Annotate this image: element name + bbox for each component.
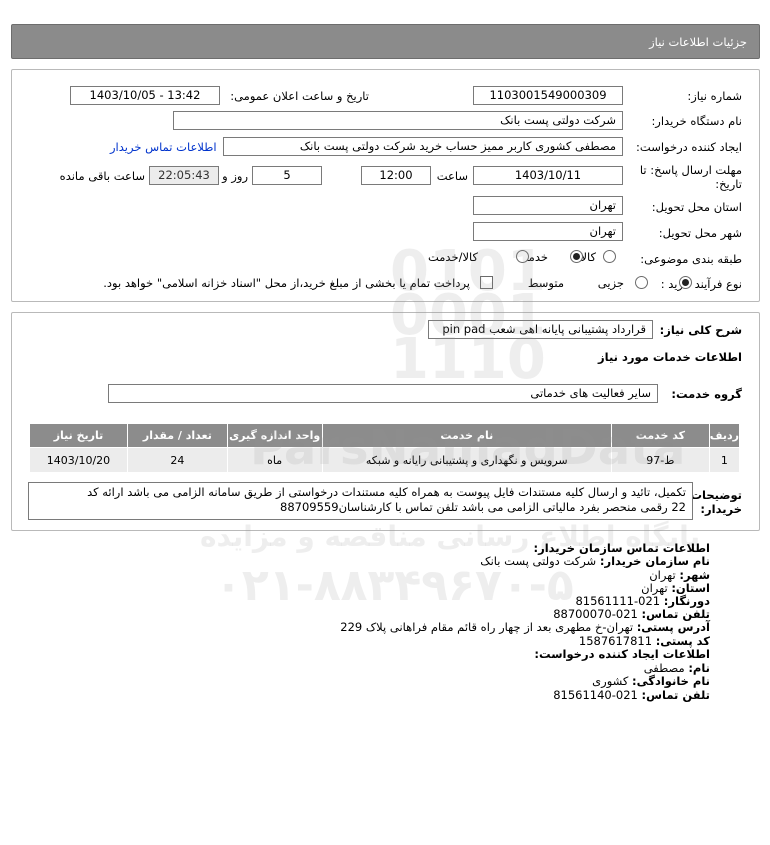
creator-phone: تلفن تماس: 021-81561140 [553, 688, 710, 702]
contact-province: استان: تهران [641, 581, 710, 595]
need-summary-field: قرارداد پشتیبانی پایانه اهی شعب pin pad [428, 320, 653, 339]
process-option-minor: جزیی [597, 276, 624, 290]
delivery-city-field: تهران [473, 222, 623, 241]
category-option-goods-service: کالا/خدمت [427, 250, 478, 264]
cell-service-name: سرویس و نگهداری و پشتیبانی رایانه و شبکه [321, 447, 612, 473]
treasury-payment-checkbox[interactable] [480, 276, 493, 289]
col-header-quantity: تعداد / مقدار [126, 423, 228, 448]
process-type-label: نوع فرآیند خرید : [660, 277, 742, 291]
buyer-notes-line1: تکمیل، تائید و ارسال کلیه مستندات فایل پ… [87, 485, 686, 499]
creator-title: اطلاعات ایجاد کننده درخواست: [534, 647, 710, 661]
need-number-field: 1103001549000309 [473, 86, 623, 105]
category-label: طبقه بندی موضوعی: [640, 252, 742, 266]
col-header-need-date: تاریخ نیاز [29, 423, 128, 448]
buyer-contact-link[interactable]: اطلاعات تماس خریدار [110, 140, 217, 154]
page-title: جزئیات اطلاعات نیاز [649, 35, 747, 49]
deadline-label-line1: مهلت ارسال پاسخ: تا [639, 163, 742, 177]
cell-service-code: ط-97 [610, 447, 710, 473]
buyer-notes-label-line2: خریدار: [700, 502, 742, 516]
process-radio-medium[interactable] [635, 276, 648, 289]
contact-postal-code: کد پستی: 1587617811 [578, 634, 710, 648]
remaining-days-label: روز و [222, 169, 248, 183]
deadline-date-field: 1403/10/11 [473, 166, 623, 185]
remaining-time-label: ساعت باقی مانده [59, 169, 145, 183]
buyer-org-field: شرکت دولتی پست بانک [173, 111, 623, 130]
remaining-time-field: 22:05:43 [149, 166, 219, 185]
requester-field: مصطفی کشوری کاربر ممیز حساب خرید شرکت دو… [223, 137, 623, 156]
process-radio-minor[interactable] [678, 276, 692, 289]
category-radio-goods-service[interactable] [516, 250, 529, 263]
buyer-notes-line2: 22 رقمی منحصر بفرد مالیاتی الزامی می باش… [280, 500, 686, 514]
services-table: ردیف کد خدمت نام خدمت واحد اندازه گیری ت… [29, 423, 741, 473]
buyer-notes-box: تکمیل، تائید و ارسال کلیه مستندات فایل پ… [28, 482, 693, 520]
cell-need-date: 1403/10/20 [29, 447, 128, 473]
announce-datetime-label: تاریخ و ساعت اعلان عمومی: [230, 89, 369, 103]
page-header: جزئیات اطلاعات نیاز [11, 24, 760, 59]
buyer-org-label: نام دستگاه خریدار: [651, 114, 742, 128]
need-number-label: شماره نیاز: [687, 89, 742, 103]
service-group-field: سایر فعالیت های خدماتی [108, 384, 658, 403]
category-option-goods: کالا [580, 250, 596, 264]
announce-datetime-field: 1403/10/05 - 13:42 [70, 86, 220, 105]
table-row: 1 ط-97 سرویس و نگهداری و پشتیبانی رایانه… [29, 447, 741, 473]
col-header-unit: واحد اندازه گیری [226, 423, 323, 448]
deadline-label-line2: تاریخ: [715, 177, 742, 191]
cell-unit: ماه [226, 447, 323, 473]
delivery-province-field: تهران [473, 196, 623, 215]
delivery-city-label: شهر محل تحویل: [658, 226, 742, 240]
requester-label: ایجاد کننده درخواست: [636, 140, 742, 154]
contact-phone: تلفن تماس: 021-88700070 [553, 607, 710, 621]
category-radio-service[interactable] [569, 250, 583, 263]
col-header-row-number: ردیف [708, 423, 741, 448]
contact-fax: دورنگار: 021-81561111 [575, 594, 710, 608]
need-summary-label: شرح کلی نیاز: [659, 323, 742, 337]
cell-quantity: 24 [126, 447, 228, 473]
deadline-time-label: ساعت [436, 169, 468, 183]
col-header-service-name: نام خدمت [321, 423, 612, 448]
service-group-label: گروه خدمت: [671, 387, 742, 401]
process-option-medium: متوسط [527, 276, 564, 290]
creator-last-name: نام خانوادگی: کشوری [592, 674, 710, 688]
contact-org-title: اطلاعات تماس سازمان خریدار: [533, 541, 710, 555]
contact-address: آدرس پستی: تهران-خ مطهری بعد از چهار راه… [340, 620, 710, 634]
delivery-province-label: استان محل تحویل: [651, 200, 742, 214]
contact-org-name: نام سازمان خریدار: شرکت دولتی پست بانک [480, 554, 710, 568]
table-header-row: ردیف کد خدمت نام خدمت واحد اندازه گیری ت… [29, 423, 741, 448]
category-radio-goods[interactable] [603, 250, 616, 263]
deadline-time-field: 12:00 [361, 166, 431, 185]
treasury-payment-note: پرداخت تمام یا بخشی از مبلغ خرید،از محل … [103, 276, 470, 290]
remaining-days-field: 5 [252, 166, 322, 185]
col-header-service-code: کد خدمت [610, 423, 710, 448]
cell-row-number: 1 [708, 447, 741, 473]
contact-city: شهر: تهران [649, 568, 710, 582]
buyer-notes-label-line1: توضیحات [690, 488, 743, 502]
services-section-title: اطلاعات خدمات مورد نیاز [598, 350, 742, 364]
creator-first-name: نام: مصطفی [643, 661, 710, 675]
